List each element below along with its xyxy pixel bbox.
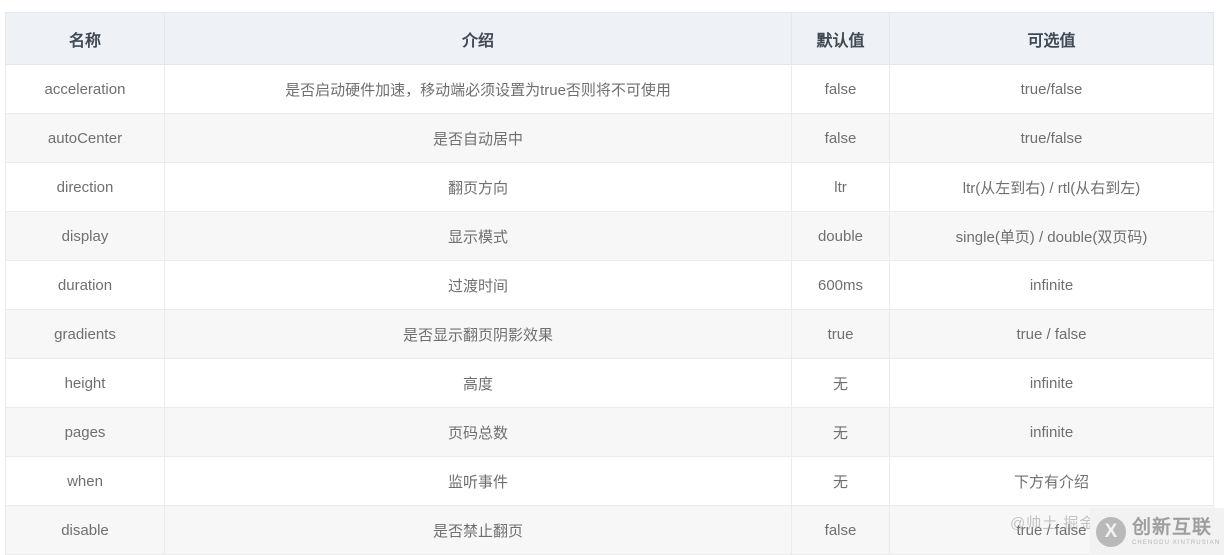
cell-name: pages xyxy=(5,407,165,457)
cell-name: display xyxy=(5,211,165,261)
cell-name: autoCenter xyxy=(5,113,165,163)
table-row: direction 翻页方向 ltr ltr(从左到右) / rtl(从右到左) xyxy=(5,162,1214,212)
table-row: duration 过渡时间 600ms infinite xyxy=(5,260,1214,310)
api-parameters-table-container: 名称 介绍 默认值 可选值 acceleration 是否启动硬件加速，移动端必须… xyxy=(5,12,1214,555)
cell-options: single(单页) / double(双页码) xyxy=(889,211,1214,261)
cell-desc: 页码总数 xyxy=(164,407,792,457)
cell-options: infinite xyxy=(889,260,1214,310)
column-header-options: 可选值 xyxy=(889,12,1214,65)
cell-options: true / false xyxy=(889,505,1214,555)
cell-desc: 过渡时间 xyxy=(164,260,792,310)
cell-default: false xyxy=(791,64,890,114)
table-row: display 显示模式 double single(单页) / double(双页码… xyxy=(5,211,1214,261)
cell-default: ltr xyxy=(791,162,890,212)
table-row: acceleration 是否启动硬件加速，移动端必须设置为true否则将不可使用… xyxy=(5,64,1214,114)
cell-desc: 翻页方向 xyxy=(164,162,792,212)
cell-default: false xyxy=(791,505,890,555)
cell-options: infinite xyxy=(889,407,1214,457)
cell-default: 无 xyxy=(791,407,890,457)
table-body: acceleration 是否启动硬件加速，移动端必须设置为true否则将不可使用… xyxy=(5,64,1214,555)
table-row: disable 是否禁止翻页 false true / false xyxy=(5,505,1214,555)
column-header-name: 名称 xyxy=(5,12,165,65)
cell-desc: 显示模式 xyxy=(164,211,792,261)
cell-name: height xyxy=(5,358,165,408)
cell-desc: 是否启动硬件加速，移动端必须设置为true否则将不可使用 xyxy=(164,64,792,114)
cell-desc: 高度 xyxy=(164,358,792,408)
cell-options: ltr(从左到右) / rtl(从右到左) xyxy=(889,162,1214,212)
table-row: pages 页码总数无 infinite xyxy=(5,407,1214,457)
cell-options: 下方有介绍 xyxy=(889,456,1214,506)
cell-name: disable xyxy=(5,505,165,555)
cell-name: acceleration xyxy=(5,64,165,114)
cell-default: 无 xyxy=(791,358,890,408)
cell-default: 600ms xyxy=(791,260,890,310)
cell-name: direction xyxy=(5,162,165,212)
cell-name: gradients xyxy=(5,309,165,359)
cell-default: double xyxy=(791,211,890,261)
cell-options: true / false xyxy=(889,309,1214,359)
table-row: when 监听事件无下方有介绍 xyxy=(5,456,1214,506)
cell-default: true xyxy=(791,309,890,359)
table-row: height 高度无 infinite xyxy=(5,358,1214,408)
cell-default: 无 xyxy=(791,456,890,506)
cell-default: false xyxy=(791,113,890,163)
table-row: autoCenter 是否自动居中 false true/false xyxy=(5,113,1214,163)
cell-desc: 是否自动居中 xyxy=(164,113,792,163)
cell-desc: 是否显示翻页阴影效果 xyxy=(164,309,792,359)
api-parameters-table: 名称 介绍 默认值 可选值 acceleration 是否启动硬件加速，移动端必须… xyxy=(5,12,1214,555)
table-header-row: 名称 介绍 默认值 可选值 xyxy=(5,12,1214,65)
cell-desc: 监听事件 xyxy=(164,456,792,506)
column-header-default: 默认值 xyxy=(791,12,890,65)
cell-name: duration xyxy=(5,260,165,310)
cell-options: infinite xyxy=(889,358,1214,408)
column-header-desc: 介绍 xyxy=(164,12,792,65)
cell-options: true/false xyxy=(889,113,1214,163)
table-row: gradients 是否显示翻页阴影效果 true true / false xyxy=(5,309,1214,359)
table-header: 名称 介绍 默认值 可选值 xyxy=(5,12,1214,65)
cell-desc: 是否禁止翻页 xyxy=(164,505,792,555)
cell-options: true/false xyxy=(889,64,1214,114)
cell-name: when xyxy=(5,456,165,506)
